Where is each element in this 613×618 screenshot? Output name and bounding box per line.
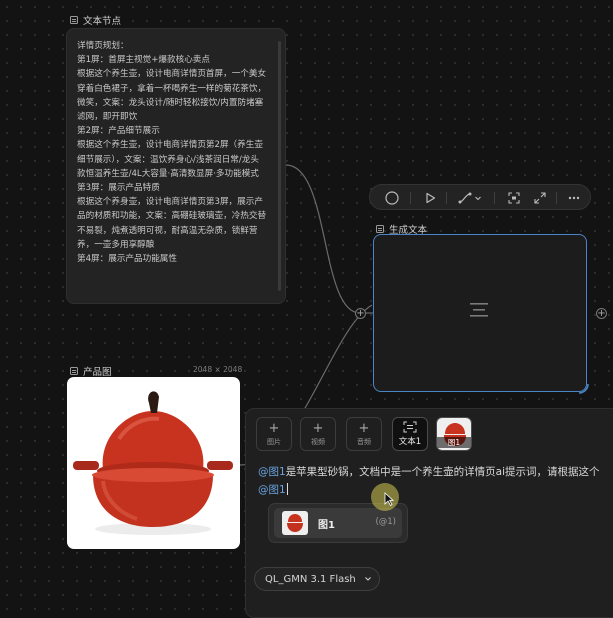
prompt-input[interactable]: @图1是苹果型砂锅，文档中是一个养生壶的详情页ai提示词，请根据这个 @图1 <box>258 463 613 499</box>
node-toolbar <box>369 184 591 210</box>
text-node-card[interactable]: 详情页规划： 第1屏：首屏主视觉+爆款核心卖点 根据这个养生壶，设计电商详情页首… <box>66 28 286 304</box>
mention-chip[interactable]: @图1 <box>258 484 286 496</box>
toolbar-divider <box>410 192 411 204</box>
document-icon <box>70 16 78 24</box>
add-audio-label: 音频 <box>357 437 371 446</box>
prompt-body-text: 是苹果型砂锅，文档中是一个养生壶的详情页ai提示词，请根据这个 <box>285 466 600 478</box>
red-pot-image <box>73 391 233 535</box>
record-button[interactable] <box>384 190 400 206</box>
document-icon <box>376 225 384 233</box>
text-line: 细节展示），文案：温饮养身心/浅茶润日常/龙头 <box>77 154 259 165</box>
model-select[interactable]: QL_GMN 3.1 Flash <box>254 567 380 591</box>
text-caret <box>286 483 288 495</box>
prompt-panel: + 图片 + 视频 + 音频 文本1 图1 @图1是苹果型砂锅，文档中是一个养生… <box>245 408 613 618</box>
mention-chip[interactable]: @图1 <box>258 466 286 478</box>
text-line: 第1屏：首屏主视觉+爆款核心卖点 <box>77 55 210 66</box>
ref-image-label: 图1 <box>437 437 471 448</box>
play-button[interactable] <box>422 190 438 206</box>
text-line: 养，一壶多用享醇酿 <box>77 239 155 250</box>
expand-button[interactable] <box>532 190 548 206</box>
product-node-dimensions: 2048 × 2048 <box>193 365 243 374</box>
text-line: 不易裂，炖煮透明可视，耐高温无杂质，锁鲜营 <box>77 225 258 236</box>
toolbar-divider <box>556 192 557 204</box>
red-pot-thumbnail <box>282 511 308 535</box>
expand-icon <box>534 192 546 204</box>
text-line: 根据这个养身壶，设计电商详情页第3屏，展示产 <box>77 197 263 208</box>
text-lines-icon <box>470 303 488 317</box>
add-video-label: 视频 <box>311 437 325 446</box>
text-line: 第4屏：展示产品功能属性 <box>77 254 177 265</box>
gen-node-output-connector[interactable]: + <box>596 308 607 319</box>
text-node-scrollbar[interactable] <box>278 41 281 291</box>
toolbar-divider <box>494 192 495 204</box>
text-node-title: 文本节点 <box>70 13 121 27</box>
chevron-down-icon <box>364 577 371 581</box>
plus-icon: + <box>356 307 365 319</box>
ref-image-chip[interactable]: 图1 <box>436 417 472 451</box>
record-icon <box>385 191 399 205</box>
play-icon <box>426 192 436 204</box>
text-line: 根据这个养生壶，设计电商详情页第2屏（养生壶 <box>77 140 263 151</box>
product-node-title: 产品图 <box>70 364 112 378</box>
more-button[interactable] <box>566 190 582 206</box>
product-node-title-label: 产品图 <box>83 367 112 378</box>
gen-node-input-connector[interactable]: + <box>355 308 366 319</box>
text-node-content[interactable]: 详情页规划： 第1屏：首屏主视觉+爆款核心卖点 根据这个养生壶，设计电商详情页首… <box>77 39 269 266</box>
chevron-down-icon <box>475 196 481 201</box>
focus-button[interactable] <box>506 190 522 206</box>
text-line: 微笑，文案：龙头设计/随时轻松接饮/内置防堵塞 <box>77 97 264 108</box>
text-line: 款恒温养生壶/4L大容量·高清数显屏·多功能模式 <box>77 168 259 179</box>
resize-handle-icon[interactable] <box>577 382 589 394</box>
add-image-button[interactable]: + 图片 <box>256 417 292 451</box>
ref-text-chip[interactable]: 文本1 <box>392 417 428 451</box>
plus-icon: + <box>268 420 280 436</box>
text-line: 穿着白色裙子，拿着一杯喝养生一样的菊花茶饮， <box>77 83 267 94</box>
model-select-value: QL_GMN 3.1 Flash <box>265 573 356 585</box>
add-image-label: 图片 <box>267 437 281 446</box>
curve-icon <box>458 192 472 204</box>
mouse-pointer-icon <box>384 492 394 506</box>
mention-option-tag: (@1) <box>375 517 396 527</box>
text-line: 第2屏：产品细节展示 <box>77 126 160 137</box>
product-image-card[interactable] <box>67 377 240 549</box>
add-video-button[interactable]: + 视频 <box>300 417 336 451</box>
prompt-line-2: @图1 <box>258 481 613 499</box>
gen-node-card[interactable] <box>373 234 589 394</box>
add-audio-button[interactable]: + 音频 <box>346 417 382 451</box>
text-line: 品的材质和功能，文案：高硼硅玻璃壶，冷热交替 <box>77 211 267 222</box>
plus-icon: + <box>597 307 606 319</box>
text-line: 第3屏：展示产品特质 <box>77 183 160 194</box>
image-icon <box>70 367 78 375</box>
plus-icon: + <box>312 420 324 436</box>
more-icon <box>568 196 580 200</box>
curve-style-button[interactable] <box>456 190 484 206</box>
text-line: 滤网，即开即饮 <box>77 112 138 123</box>
plus-icon: + <box>358 420 370 436</box>
text-line: 详情页规划： <box>77 41 129 51</box>
mention-option-image1[interactable]: 图1 (@1) <box>274 508 402 538</box>
prompt-line-1: @图1是苹果型砂锅，文档中是一个养生壶的详情页ai提示词，请根据这个 <box>258 463 613 481</box>
mention-option-label: 图1 <box>318 520 335 531</box>
toolbar-divider <box>446 192 447 204</box>
text-line: 根据这个养生壶，设计电商详情页首屏，一个美女 <box>77 69 267 80</box>
text-scan-icon <box>403 421 417 433</box>
focus-icon <box>508 192 520 204</box>
ref-text-label: 文本1 <box>398 437 422 447</box>
text-node-title-label: 文本节点 <box>83 16 122 27</box>
